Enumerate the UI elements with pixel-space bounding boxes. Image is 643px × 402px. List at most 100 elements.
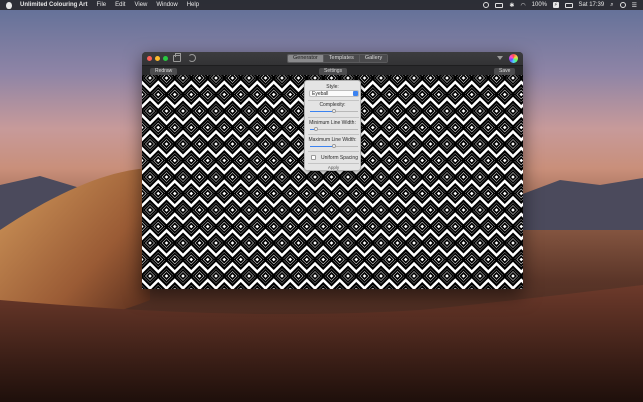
pattern-diamond [261, 172, 270, 182]
tab-gallery[interactable]: Gallery [359, 55, 388, 62]
pattern-diamond [277, 172, 287, 182]
pattern-diamond [434, 156, 443, 165]
pattern-diamond [500, 123, 509, 132]
close-button[interactable] [147, 56, 152, 61]
pattern-diamond [500, 255, 509, 264]
pattern-diamond [187, 123, 196, 132]
pattern-diamond [145, 73, 155, 83]
pattern-diamond [253, 222, 262, 231]
menu-window[interactable]: Window [156, 2, 177, 8]
pattern-diamond [294, 73, 303, 83]
pattern-diamond [368, 255, 377, 264]
chevron-updown-icon [353, 91, 358, 96]
pattern-diamond [418, 90, 427, 99]
apple-icon[interactable] [6, 1, 12, 9]
max-line-width-slider-knob[interactable] [332, 144, 336, 148]
arrow-down-icon[interactable] [497, 56, 503, 60]
pattern-diamond [302, 189, 311, 198]
settings-button[interactable]: Settings [319, 68, 348, 75]
pattern-diamond [195, 139, 204, 149]
pattern-diamond [475, 73, 485, 83]
pattern-diamond [170, 123, 179, 132]
airplay-icon[interactable] [495, 2, 504, 8]
pattern-diamond [162, 271, 171, 281]
battery-icon[interactable]: ⚡ [553, 2, 559, 8]
pattern-diamond [343, 205, 353, 215]
battery-percent[interactable]: 100% [532, 2, 547, 8]
redraw-button[interactable]: Redraw [150, 68, 178, 75]
tab-templates[interactable]: Templates [323, 55, 360, 62]
pattern-diamond [244, 73, 254, 83]
pattern-diamond [253, 189, 262, 198]
print-icon[interactable] [173, 53, 181, 62]
pattern-diamond [401, 90, 410, 99]
apply-button[interactable]: Apply [321, 165, 346, 171]
pattern-diamond [302, 255, 311, 264]
pattern-diamond [368, 156, 377, 165]
pattern-diamond [517, 222, 523, 231]
pattern-diamond [162, 139, 171, 149]
colour-wheel-icon[interactable] [509, 54, 518, 63]
pattern-diamond [286, 189, 295, 198]
max-line-width-slider[interactable] [310, 144, 358, 148]
pattern-diamond [310, 238, 320, 248]
pattern-diamond [277, 271, 287, 281]
pattern-diamond [451, 189, 460, 198]
pattern-diamond [376, 271, 386, 281]
pattern-diamond [220, 123, 229, 132]
min-line-width-slider[interactable] [310, 127, 358, 131]
pattern-diamond [294, 205, 303, 215]
pattern-diamond [261, 271, 270, 281]
pattern-diamond [228, 139, 237, 149]
menu-help[interactable]: Help [187, 2, 199, 8]
pattern-diamond [154, 90, 163, 99]
pattern-diamond [360, 205, 369, 215]
menu-view[interactable]: View [134, 2, 147, 8]
notification-center-icon[interactable]: ☰ [632, 2, 637, 9]
pattern-diamond [508, 139, 518, 149]
complexity-slider-knob[interactable] [332, 109, 336, 113]
pattern-diamond [426, 205, 435, 215]
pattern-diamond [170, 222, 179, 231]
bluetooth-icon[interactable]: ✱ [509, 2, 514, 9]
pattern-diamond [376, 106, 386, 116]
pattern-diamond [187, 189, 196, 198]
pattern-diamond [142, 189, 146, 198]
pattern-diamond [426, 139, 435, 149]
style-select[interactable]: Eyeball [309, 90, 359, 97]
menu-edit[interactable]: Edit [115, 2, 125, 8]
pattern-diamond [327, 271, 336, 281]
clock[interactable]: Sat 17:39 [579, 2, 605, 8]
pattern-diamond [220, 255, 229, 264]
pattern-diamond [162, 238, 171, 248]
pattern-diamond [459, 73, 468, 83]
pattern-diamond [203, 90, 212, 99]
save-button[interactable]: Save [494, 68, 516, 75]
pattern-diamond [228, 271, 237, 281]
cloud-icon[interactable] [483, 2, 490, 8]
pattern-diamond [228, 172, 237, 182]
pattern-diamond [434, 189, 443, 198]
pattern-diamond [211, 271, 221, 281]
pattern-diamond [418, 255, 427, 264]
pattern-diamond [203, 156, 212, 165]
menu-file[interactable]: File [96, 2, 106, 8]
search-icon[interactable]: ⌕ [610, 2, 613, 9]
maximize-button[interactable] [163, 56, 168, 61]
display-icon[interactable] [564, 2, 573, 8]
toolbar: Redraw Settings Save [142, 65, 523, 75]
min-line-width-slider-knob[interactable] [313, 127, 318, 131]
siri-icon[interactable] [619, 2, 626, 8]
menu-app-name[interactable]: Unlimited Colouring Art [20, 2, 87, 8]
complexity-slider[interactable] [310, 109, 358, 113]
pattern-diamond [434, 90, 443, 99]
wifi-icon[interactable]: ◠ [520, 2, 525, 9]
pattern-diamond [236, 222, 245, 231]
pattern-diamond [459, 238, 468, 248]
minimize-button[interactable] [155, 56, 160, 61]
tab-generator[interactable]: Generator [288, 55, 324, 62]
pattern-diamond [492, 205, 501, 215]
undo-icon[interactable] [188, 54, 196, 62]
pattern-diamond [409, 205, 419, 215]
title-bar[interactable]: Generator Templates Gallery [142, 52, 523, 65]
